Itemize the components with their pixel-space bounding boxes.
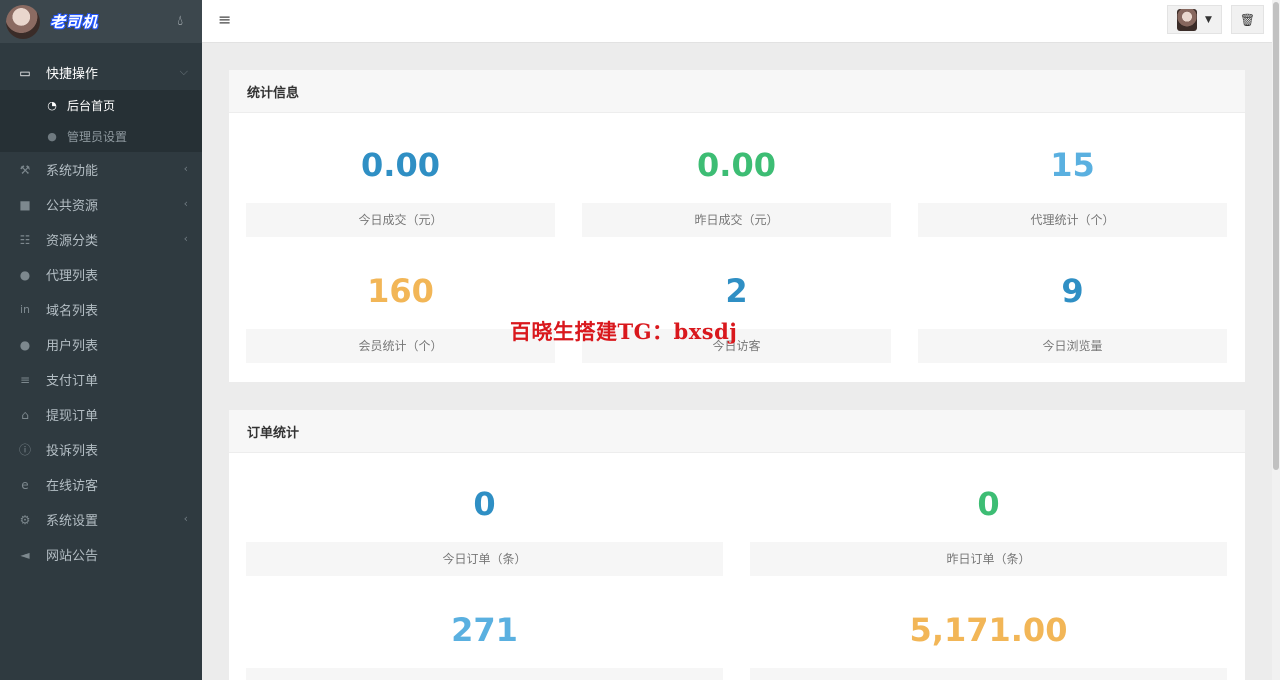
chevron-left-icon: ‹ — [183, 197, 188, 210]
grid-icon: ☷ — [19, 232, 31, 247]
menu-toggle-icon[interactable]: ≡ — [218, 12, 231, 28]
sidebar-item-label: 网站公告 — [46, 549, 99, 564]
sidebar-item-online-visitors[interactable]: e 在线访客 — [0, 467, 202, 502]
bullhorn-icon: ◄ — [20, 547, 30, 562]
stat-label: 昨日订单（条） — [750, 542, 1227, 576]
sidebar-item-domain-list[interactable]: in 域名列表 — [0, 292, 202, 327]
users-icon: ● — [19, 267, 31, 282]
stat-value: 2 — [725, 272, 748, 310]
sidebar-item-quick-actions[interactable]: ▭ 快捷操作 ⌵ — [0, 55, 202, 90]
sidebar-item-label: 投诉列表 — [46, 444, 99, 459]
brand-bar: 老司机 💧︎ — [0, 0, 202, 43]
brand-avatar[interactable] — [6, 4, 40, 39]
sidebar-subitem-dashboard[interactable]: ◔ 后台首页 — [0, 90, 202, 121]
sidebar-subitem-admin-settings[interactable]: ● 管理员设置 — [0, 121, 202, 152]
user-icon: ● — [19, 337, 31, 352]
chevron-left-icon: ‹ — [183, 232, 188, 245]
stat-value: 0 — [473, 485, 496, 523]
sidebar-item-label: 代理列表 — [46, 269, 99, 284]
sidebar-item-label: 域名列表 — [46, 304, 99, 319]
brand-name[interactable]: 老司机 — [50, 11, 98, 32]
stat-label — [246, 668, 723, 680]
stat-value: 15 — [1050, 146, 1095, 184]
clear-cache-button[interactable]: 🗑︎ — [1231, 5, 1264, 34]
stat-value: 0 — [977, 485, 1000, 523]
chevron-left-icon: ‹ — [183, 512, 188, 525]
sidebar-item-label: 快捷操作 — [46, 67, 99, 82]
sidebar-item-label: 提现订单 — [46, 409, 99, 424]
page-scrollbar[interactable] — [1272, 0, 1280, 680]
stat-today-orders: 0 今日订单（条） — [246, 485, 723, 577]
sidebar-subitem-label: 管理员设置 — [67, 130, 128, 144]
stat-label: 今日订单（条） — [246, 542, 723, 576]
stat-label: 会员统计（个） — [246, 329, 555, 363]
chevron-down-icon: ⌵ — [179, 65, 188, 78]
stat-label: 代理统计（个） — [918, 203, 1227, 237]
sidebar-menu: ▭ 快捷操作 ⌵ ◔ 后台首页 ● 管理员设置 ⚒ 系统功能 ‹ ■ 公共资源 … — [0, 55, 202, 572]
sidebar-item-public-resources[interactable]: ■ 公共资源 ‹ — [0, 187, 202, 222]
bank-icon: ⌂ — [21, 407, 29, 422]
top-bar: ≡ ▼ 🗑︎ — [202, 0, 1272, 43]
stat-agent-count: 15 代理统计（个） — [918, 146, 1227, 238]
stat-label: 今日浏览量 — [918, 329, 1227, 363]
sidebar-item-label: 公共资源 — [46, 199, 99, 214]
stat-yesterday-sales: 0.00 昨日成交（元） — [582, 146, 891, 238]
sidebar-item-system-functions[interactable]: ⚒ 系统功能 ‹ — [0, 152, 202, 187]
sidebar: 老司机 💧︎ ▭ 快捷操作 ⌵ ◔ 后台首页 ● 管理员设置 ⚒ 系统功能 ‹ … — [0, 0, 202, 680]
chevron-left-icon: ‹ — [183, 162, 188, 175]
orders-panel-title: 订单统计 — [229, 410, 1245, 453]
folder-open-icon: ▭ — [19, 65, 31, 80]
stat-today-pageviews: 9 今日浏览量 — [918, 272, 1227, 364]
sidebar-item-label: 在线访客 — [46, 479, 99, 494]
database-icon: ≡ — [19, 372, 31, 387]
stat-total-amount: 5,171.00 — [750, 611, 1227, 680]
orders-panel: 订单统计 0 今日订单（条） 0 昨日订单（条） 271 5,171.00 — [229, 410, 1245, 680]
stat-value: 5,171.00 — [909, 611, 1068, 649]
gear-icon: ⚙ — [19, 512, 31, 527]
trash-icon: 🗑︎ — [1239, 12, 1256, 27]
user-icon: ● — [47, 130, 57, 143]
submenu-quick-actions: ◔ 后台首页 ● 管理员设置 — [0, 90, 202, 152]
sidebar-item-resource-categories[interactable]: ☷ 资源分类 ‹ — [0, 222, 202, 257]
user-avatar — [1177, 8, 1198, 31]
stat-label — [750, 668, 1227, 680]
stat-member-count: 160 会员统计（个） — [246, 272, 555, 364]
exclamation-circle-icon: ⓘ — [18, 443, 31, 457]
stat-total-orders: 271 — [246, 611, 723, 680]
stat-label: 昨日成交（元） — [582, 203, 891, 237]
user-menu-button[interactable]: ▼ — [1167, 5, 1222, 34]
stat-value: 0.00 — [697, 146, 776, 184]
video-camera-icon: ■ — [19, 197, 31, 212]
stat-value: 271 — [451, 611, 518, 649]
scrollbar-thumb[interactable] — [1273, 2, 1279, 470]
stat-value: 160 — [367, 272, 434, 310]
water-drop-icon[interactable]: 💧︎ — [177, 13, 183, 29]
sidebar-item-label: 资源分类 — [46, 234, 99, 249]
sidebar-item-label: 系统功能 — [46, 164, 99, 179]
stat-label: 今日成交（元） — [246, 203, 555, 237]
sidebar-item-label: 用户列表 — [46, 339, 99, 354]
sidebar-item-user-list[interactable]: ● 用户列表 — [0, 327, 202, 362]
sidebar-item-label: 支付订单 — [46, 374, 99, 389]
watermark-text: 百晓生搭建TG：bxsdj — [510, 319, 738, 344]
sidebar-subitem-label: 后台首页 — [67, 99, 116, 113]
stat-value: 9 — [1061, 272, 1084, 310]
wrench-icon: ⚒ — [19, 162, 31, 177]
stats-panel-title: 统计信息 — [229, 70, 1245, 113]
sidebar-item-label: 系统设置 — [46, 514, 99, 529]
sidebar-item-payment-orders[interactable]: ≡ 支付订单 — [0, 362, 202, 397]
caret-down-icon: ▼ — [1205, 14, 1212, 25]
stat-today-sales: 0.00 今日成交（元） — [246, 146, 555, 238]
internet-explorer-icon: e — [21, 477, 29, 492]
sidebar-item-system-settings[interactable]: ⚙ 系统设置 ‹ — [0, 502, 202, 537]
dashboard-icon: ◔ — [47, 99, 57, 112]
stat-value: 0.00 — [361, 146, 440, 184]
stat-yesterday-orders: 0 昨日订单（条） — [750, 485, 1227, 577]
sidebar-item-site-announcements[interactable]: ◄ 网站公告 — [0, 537, 202, 572]
sidebar-item-complaint-list[interactable]: ⓘ 投诉列表 — [0, 432, 202, 467]
sidebar-item-withdraw-orders[interactable]: ⌂ 提现订单 — [0, 397, 202, 432]
linkedin-icon: in — [19, 303, 31, 316]
sidebar-item-agent-list[interactable]: ● 代理列表 — [0, 257, 202, 292]
